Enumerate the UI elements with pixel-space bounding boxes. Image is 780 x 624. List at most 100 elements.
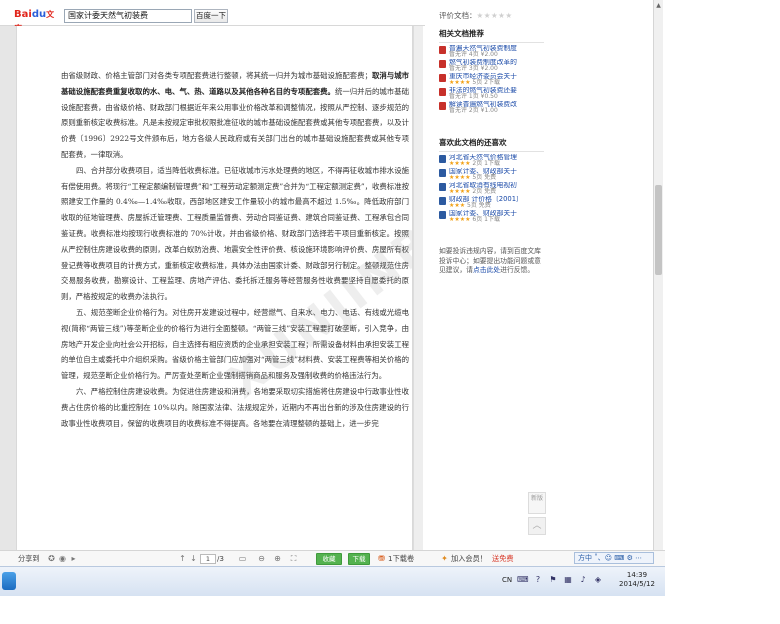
document-scrollbar[interactable] (413, 26, 423, 550)
pdf-file-icon (439, 46, 446, 54)
share-qzone-icon[interactable]: ✪ (47, 554, 56, 563)
doc-meta-text: 5页 免费 (465, 202, 491, 209)
bottom-toolbar: 分享到 ✪ ◉ ▸ ↑ ↓ 1 /3 ▭ ⊖ ⊕ ⛶ 收藏 下载 ⛃ 1下载卷 … (0, 550, 665, 566)
doc-meta-text: 暂无评 2页 ¥1.00 (449, 107, 498, 114)
download-count: 1下载卷 (388, 554, 415, 563)
document-paragraph: 由省级财政、价格主管部门对各类专项配套费进行整顿，将其统一归并为城市基础设施配套… (61, 68, 409, 163)
doc-meta: ★★★★ 2页 免费 (449, 189, 544, 195)
doc-list-item[interactable]: 河北省天然气价格管理 ★★★★ 2页 1下载 (439, 154, 544, 167)
doc-meta: ★★★★ 5页 2下载 (449, 80, 544, 86)
doc-list-item[interactable]: 燃气初装费制度改革的 暂无评 3页 ¥2.00 (439, 59, 544, 72)
paragraph-segment: 由省级财政、价格主管部门对各类专项配套费进行整顿，将其统一归并为城市基础设施配套… (61, 71, 372, 80)
pdf-file-icon (439, 74, 446, 82)
doc-list-item[interactable]: 非法的燃气初装费还要 暂无评 1页 ¥0.50 (439, 87, 544, 100)
page-total: /3 (217, 554, 224, 563)
input-language[interactable]: CN (502, 576, 512, 584)
flag-icon[interactable]: ⚑ (548, 575, 558, 585)
related-docs-list: 普遍天然气初装费制度 暂无评 4页 ¥2.00 燃气初装费制度改革的 暂无评 3页 ¥… (439, 45, 544, 114)
baidu-wenku-logo[interactable]: Baidu文库 (14, 8, 60, 33)
doc-rating-stars: ★★★★ (449, 160, 471, 167)
zoom-out-icon[interactable]: ⊖ (257, 554, 266, 563)
ime-toolbar[interactable]: 方中 ˚、☺ ⌨ ⚙ ⋯ (574, 552, 654, 564)
prev-page-icon[interactable]: ↑ (178, 554, 187, 563)
logo-text-bai: Bai (14, 9, 32, 20)
rating-stars[interactable]: ★★★★★ (477, 11, 513, 20)
doc-meta-text: 5页 2下载 (470, 79, 500, 86)
browser-frame: Baidu文库 国家计委天然气初装费 百度一下 由省级财政、价格主管部门对各类专… (0, 0, 665, 596)
download-button[interactable]: 下载 (348, 553, 370, 565)
fullscreen-icon[interactable]: ⛶ (289, 554, 298, 563)
fit-page-icon[interactable]: ▭ (238, 554, 247, 563)
doc-list-item[interactable]: 国家计委、财政部关于 ★★★★ 5页 免费 (439, 168, 544, 181)
system-clock[interactable]: 14:39 2014/5/12 (614, 571, 660, 589)
doc-rating-stars: ★★★★ (449, 79, 471, 86)
pdf-file-icon (439, 88, 446, 96)
related-docs-title: 相关文档推荐 (439, 28, 544, 43)
share-label[interactable]: 分享到 (18, 554, 40, 564)
search-input[interactable]: 国家计委天然气初装费 (64, 9, 192, 23)
also-liked-panel: 喜欢此文档的还喜欢 河北省天然气价格管理 ★★★★ 2页 1下载 国家计委、财政部关… (439, 137, 544, 224)
zoom-in-icon[interactable]: ⊕ (273, 554, 282, 563)
doc-meta: 暂无评 3页 ¥2.00 (449, 66, 544, 72)
doc-meta-text: 暂无评 1页 ¥0.50 (449, 93, 498, 100)
related-docs-panel: 相关文档推荐 普遍天然气初装费制度 暂无评 4页 ¥2.00 燃气初装费制度改革的暂… (439, 28, 544, 115)
word-file-icon (439, 197, 446, 205)
blank-bottom-area (0, 596, 780, 624)
volume-icon[interactable]: ♪ (578, 575, 588, 585)
doc-meta: ★★★ 5页 免费 (449, 203, 544, 209)
vip-offer[interactable]: 送免费 (492, 554, 514, 564)
doc-meta: ★★★★ 5页 免费 (449, 175, 544, 181)
word-file-icon (439, 183, 446, 191)
doc-list-item[interactable]: 重庆市经济委员会关于 ★★★★ 5页 2下载 (439, 73, 544, 86)
app-root: Baidu文库 国家计委天然气初装费 百度一下 由省级财政、价格主管部门对各类专… (0, 0, 780, 624)
doc-meta-text: 5页 免费 (470, 174, 497, 181)
search-button[interactable]: 百度一下 (194, 9, 228, 23)
also-liked-title: 喜欢此文档的还喜欢 (439, 137, 544, 152)
doc-meta: 暂无评 2页 ¥1.00 (449, 108, 544, 114)
network-icon[interactable]: ▦ (563, 575, 573, 585)
word-file-icon (439, 169, 446, 177)
share-more-icon[interactable]: ▸ (69, 554, 78, 563)
back-to-top-button[interactable]: ︿ (528, 517, 546, 535)
doc-meta: 暂无评 1页 ¥0.50 (449, 94, 544, 100)
doc-meta-text: 暂无评 3页 ¥2.00 (449, 65, 498, 72)
vip-prefix[interactable]: 加入会员！ (451, 554, 487, 564)
doc-meta: ★★★★ 6页 1下载 (449, 217, 544, 223)
document-paragraph: 六、严格控制住房建设收费。为促进住房建设和消费，各地要采取切实措施将住房建设中行… (61, 384, 409, 431)
page-number-input[interactable]: 1 (200, 554, 216, 564)
scroll-thumb[interactable] (655, 185, 662, 275)
share-weibo-icon[interactable]: ◉ (58, 554, 67, 563)
collect-button[interactable]: 收藏 (316, 553, 342, 565)
security-icon[interactable]: ◈ (593, 575, 603, 585)
feedback-note: 如要投诉违规内容，请到百度文库投诉中心；如要提出功能问题或意见建议，请点击此处进… (439, 247, 544, 276)
doc-list-item[interactable]: 国家计委、财政部关于 ★★★★ 6页 1下载 (439, 210, 544, 223)
next-page-icon[interactable]: ↓ (189, 554, 198, 563)
doc-list-item[interactable]: 河北省取消有线电视初 ★★★★ 2页 免费 (439, 182, 544, 195)
new-version-button[interactable]: 新版 (528, 492, 546, 514)
doc-meta: ★★★★ 2页 1下载 (449, 161, 544, 167)
scroll-up-arrow-icon[interactable]: ▲ (655, 2, 662, 10)
feedback-link[interactable]: 点击此处 (473, 266, 500, 274)
also-liked-list: 河北省天然气价格管理 ★★★★ 2页 1下载 国家计委、财政部关于 ★★★★ 5页 免… (439, 154, 544, 223)
sidebar-scrollbar[interactable]: ▲ (653, 0, 663, 550)
doc-meta-text: 暂无评 4页 ¥2.00 (449, 51, 498, 58)
document-page: 由省级财政、价格主管部门对各类专项配套费进行整顿，将其统一归并为城市基础设施配套… (16, 26, 413, 550)
keyboard-icon[interactable]: ⌨ (517, 575, 529, 585)
doc-list-item[interactable]: 财政部 计价格〔2001〕 ★★★ 5页 免费 (439, 196, 544, 209)
rating-row: 评价文档：★★★★★ (439, 10, 513, 21)
help-icon[interactable]: ? (533, 575, 543, 585)
logo-text-du: du (31, 9, 47, 20)
clock-date: 2014/5/12 (619, 580, 655, 588)
blank-right-area (665, 0, 780, 596)
doc-rating-stars: ★★★★ (449, 188, 471, 195)
word-file-icon (439, 211, 446, 219)
doc-rating-stars: ★★★★ (449, 174, 471, 181)
doc-rating-stars: ★★★★ (449, 216, 471, 223)
pdf-file-icon (439, 60, 446, 68)
right-sidebar: 评价文档：★★★★★ 相关文档推荐 普遍天然气初装费制度 暂无评 4页 ¥2.00… (425, 0, 665, 550)
doc-list-item[interactable]: 解读普遍燃气初装费改 暂无评 2页 ¥1.00 (439, 101, 544, 114)
feedback-text-end: 进行反馈。 (500, 266, 535, 274)
doc-list-item[interactable]: 普遍天然气初装费制度 暂无评 4页 ¥2.00 (439, 45, 544, 58)
start-button-icon[interactable] (2, 572, 16, 590)
doc-meta-text: 2页 1下载 (470, 160, 500, 167)
